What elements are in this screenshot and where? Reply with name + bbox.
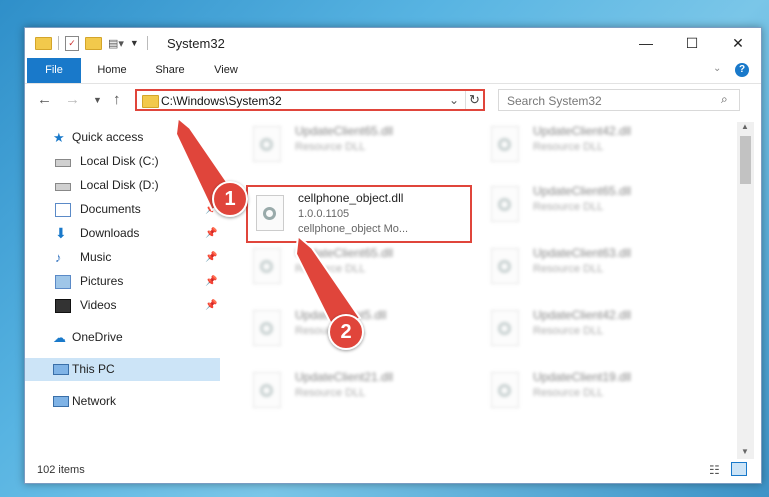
step-1-badge: 1 [212,181,248,217]
annotation-arrows [174,116,362,336]
step-2-badge: 2 [328,314,364,350]
